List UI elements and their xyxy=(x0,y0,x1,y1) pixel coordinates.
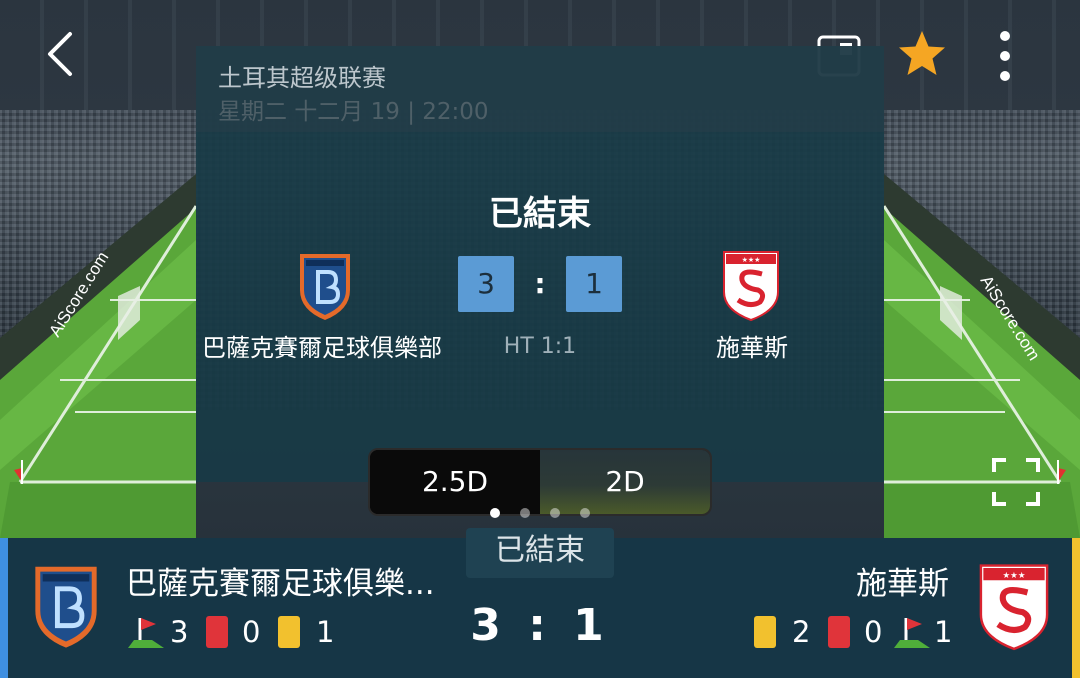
home-team-logo-small[interactable] xyxy=(28,560,104,652)
away-corners: 1 xyxy=(934,615,953,649)
score-separator: : xyxy=(534,267,546,300)
star-icon[interactable] xyxy=(896,28,948,80)
page-dot-active[interactable] xyxy=(490,508,500,518)
away-accent-bar xyxy=(1072,538,1080,678)
halftime-score: HT 1:1 xyxy=(503,334,577,359)
home-red-cards: 0 xyxy=(242,615,261,649)
away-team-logo-small[interactable]: ★★★ xyxy=(976,558,1052,654)
home-team-logo[interactable] xyxy=(294,250,356,322)
home-score-box: 3 xyxy=(458,256,514,312)
match-status-pill: 已結束 xyxy=(466,528,614,578)
away-team-name-bottom[interactable]: 施華斯 xyxy=(856,558,949,603)
home-team-name[interactable]: 巴薩克賽爾足球俱樂部 xyxy=(202,328,442,363)
league-name[interactable]: 土耳其超级联赛 xyxy=(218,58,386,93)
home-corners: 3 xyxy=(170,615,189,649)
away-yellow-cards: 2 xyxy=(792,615,811,649)
match-screen: AiScore.com AiScore.com 土耳其超级联赛 星期二 十二月 … xyxy=(0,0,1080,678)
page-indicator xyxy=(490,508,590,522)
league-header: 土耳其超级联赛 星期二 十二月 19 | 22:00 xyxy=(196,46,884,132)
back-icon[interactable] xyxy=(40,28,80,80)
home-yellow-cards: 1 xyxy=(316,615,335,649)
red-card-icon xyxy=(828,616,850,648)
yellow-card-icon xyxy=(754,616,776,648)
match-summary-bar: 已結束 巴薩克賽爾足球俱樂... ★★★ 施華斯 3 : 1 3 0 1 2 0… xyxy=(0,528,1080,678)
view-mode-toggle: 2.5D 2D xyxy=(368,448,712,516)
view-2d-button[interactable]: 2D xyxy=(540,450,710,514)
home-team-name-bottom[interactable]: 巴薩克賽爾足球俱樂... xyxy=(126,558,448,603)
yellow-card-icon xyxy=(278,616,300,648)
more-vert-icon[interactable] xyxy=(990,28,1020,84)
final-score: 3 : 1 xyxy=(470,600,610,651)
svg-text:★★★: ★★★ xyxy=(1002,570,1025,580)
away-red-cards: 0 xyxy=(864,615,883,649)
page-dot[interactable] xyxy=(580,508,590,518)
fullscreen-icon[interactable] xyxy=(990,456,1042,508)
away-team-name[interactable]: 施華斯 xyxy=(716,328,788,363)
match-datetime: 星期二 十二月 19 | 22:00 xyxy=(218,99,489,125)
page-dot[interactable] xyxy=(550,508,560,518)
corner-flag-icon xyxy=(894,618,930,648)
match-status: 已結束 xyxy=(489,194,591,234)
red-card-icon xyxy=(206,616,228,648)
view-2-5d-button[interactable]: 2.5D xyxy=(370,450,540,514)
away-score-box: 1 xyxy=(566,256,622,312)
match-panel: 土耳其超级联赛 星期二 十二月 19 | 22:00 已結束 ★★★ 3 : 1… xyxy=(196,46,884,482)
svg-text:★★★: ★★★ xyxy=(742,256,761,264)
away-team-logo[interactable]: ★★★ xyxy=(720,248,782,322)
home-accent-bar xyxy=(0,538,8,678)
page-dot[interactable] xyxy=(520,508,530,518)
corner-flag-icon xyxy=(128,618,164,648)
